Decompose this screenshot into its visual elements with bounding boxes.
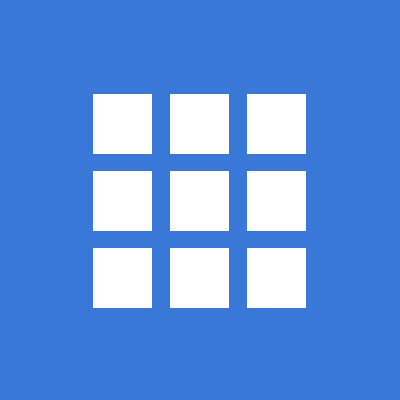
- grid-tile: [247, 248, 306, 308]
- grid-tile: [170, 248, 229, 308]
- grid-tile: [93, 94, 152, 154]
- grid-tile: [93, 171, 152, 231]
- grid-tile: [247, 94, 306, 154]
- grid-tile: [93, 248, 152, 308]
- grid-tile: [247, 171, 306, 231]
- apps-grid-icon[interactable]: [0, 0, 400, 400]
- grid: [93, 94, 307, 309]
- grid-tile: [170, 94, 229, 154]
- grid-tile: [170, 171, 229, 231]
